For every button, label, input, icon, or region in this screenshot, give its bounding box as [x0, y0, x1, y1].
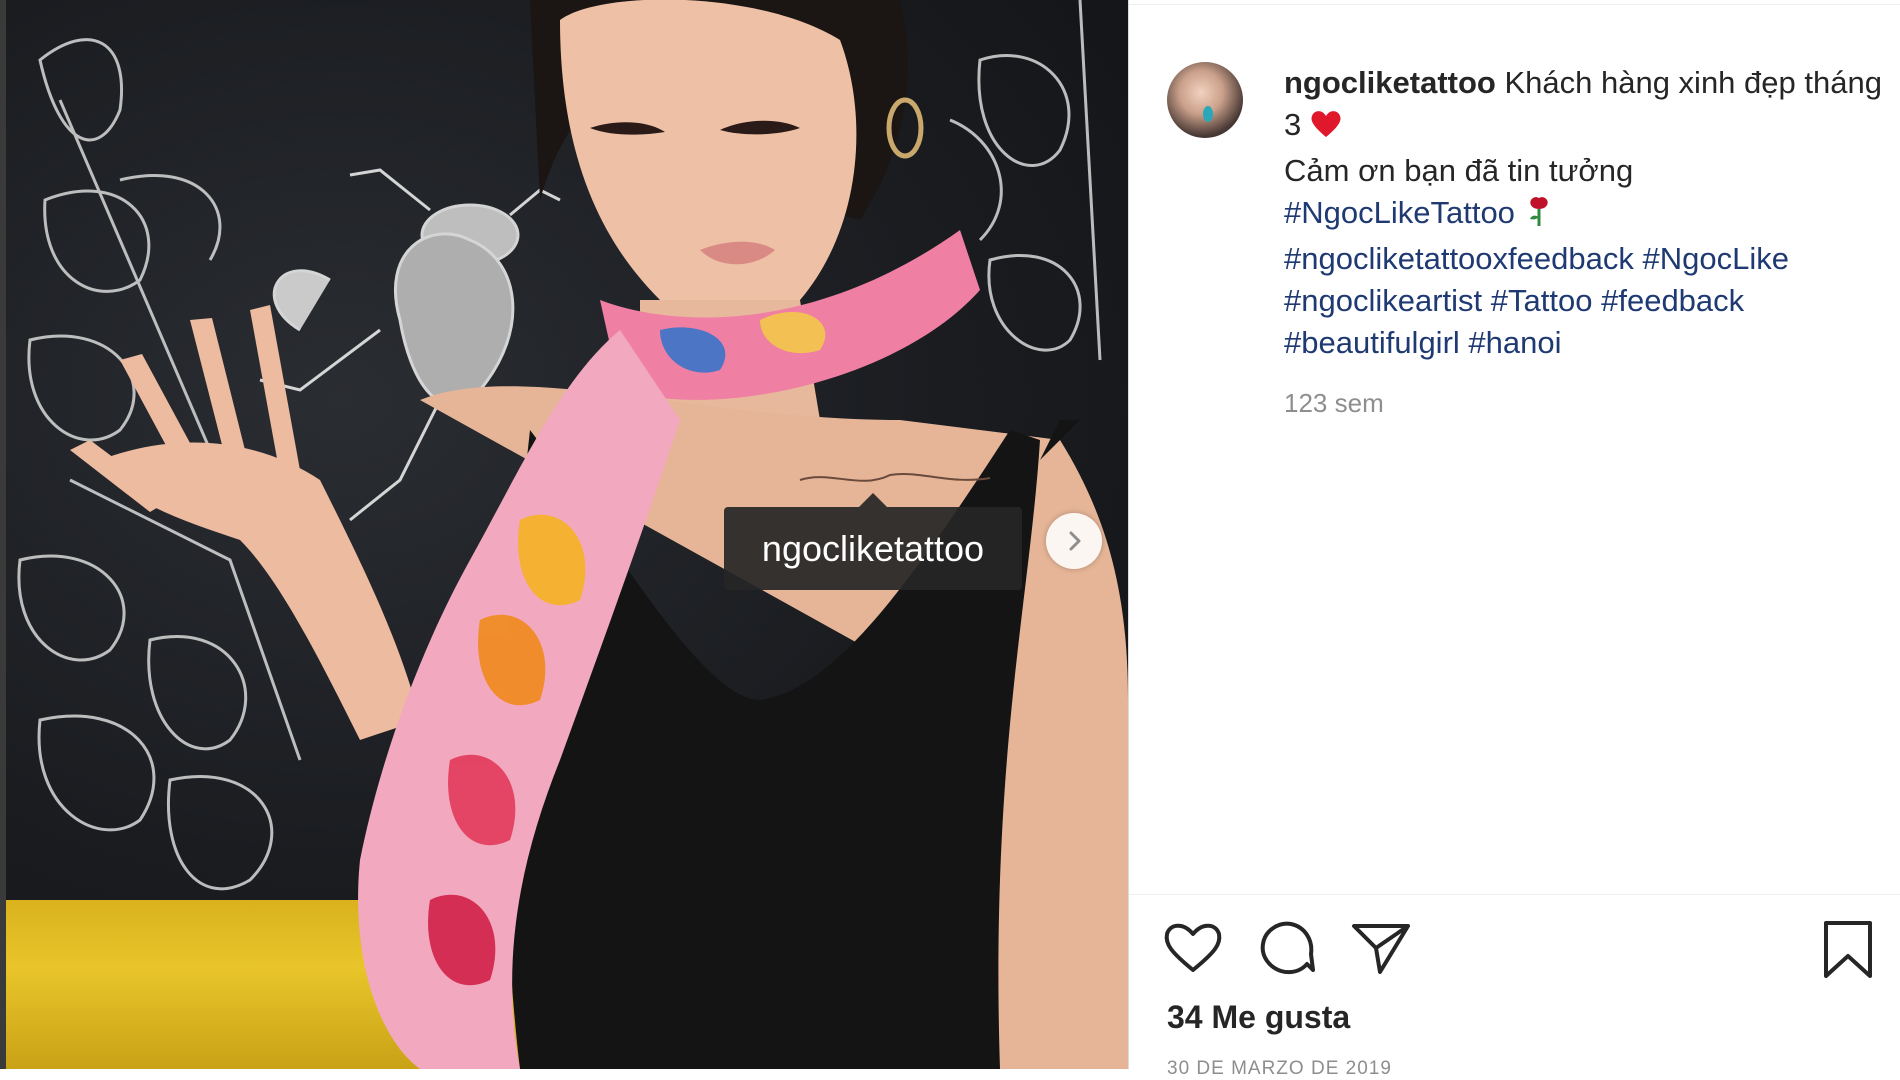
- comment-icon: [1260, 921, 1315, 975]
- paper-plane-icon: [1352, 924, 1410, 974]
- author-avatar[interactable]: [1167, 62, 1243, 138]
- post-date: 30 DE MARZO DE 2019: [1167, 1058, 1392, 1079]
- hashtag-link[interactable]: #hanoi: [1468, 325, 1561, 360]
- chevron-right-icon: [1069, 531, 1081, 551]
- author-username-link[interactable]: ngocliketattoo: [1284, 65, 1496, 100]
- rose-icon: [1524, 195, 1554, 238]
- divider: [1129, 894, 1900, 895]
- red-heart-icon: [1310, 108, 1342, 150]
- hashtag-link[interactable]: #beautifulgirl: [1284, 325, 1460, 360]
- post-photo[interactable]: ngocliketattoo: [0, 0, 1128, 1069]
- bookmark-icon: [1824, 921, 1872, 978]
- hashtag-link[interactable]: #NgocLikeTattoo: [1284, 195, 1515, 230]
- comment-button[interactable]: [1257, 918, 1317, 983]
- share-button[interactable]: [1350, 920, 1412, 981]
- post-details-panel: ngocliketattoo Khách hàng xinh đẹp tháng…: [1128, 0, 1900, 1069]
- hashtag-link[interactable]: #NgocLike: [1642, 241, 1788, 276]
- hashtag-link[interactable]: #Tattoo: [1491, 283, 1593, 318]
- save-button[interactable]: [1822, 920, 1874, 985]
- caption-text-line2: Cảm ơn bạn đã tin tưởng: [1284, 153, 1634, 188]
- next-photo-button[interactable]: [1046, 513, 1102, 569]
- photo-user-tag[interactable]: ngocliketattoo: [724, 493, 1022, 590]
- post-time-ago[interactable]: 123 sem: [1284, 388, 1384, 419]
- hashtag-link[interactable]: #ngocliketattooxfeedback: [1284, 241, 1634, 276]
- avatar-tattoo-detail: [1203, 106, 1213, 122]
- hashtag-link[interactable]: #feedback: [1601, 283, 1744, 318]
- hashtag-link[interactable]: #ngoclikeartist: [1284, 283, 1482, 318]
- divider: [1129, 4, 1900, 5]
- heart-icon: [1164, 923, 1222, 972]
- likes-count[interactable]: 34 Me gusta: [1167, 999, 1350, 1036]
- like-button[interactable]: [1163, 920, 1223, 981]
- post-caption: ngocliketattoo Khách hàng xinh đẹp tháng…: [1284, 62, 1884, 364]
